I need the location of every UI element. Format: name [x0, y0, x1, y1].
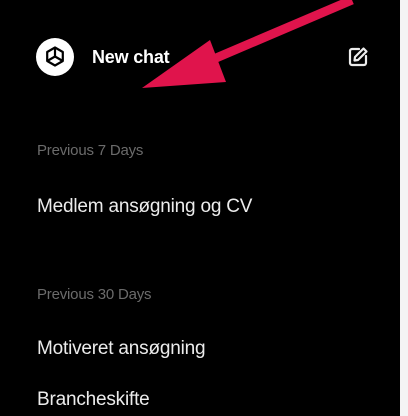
scroll-edge — [400, 0, 408, 416]
new-chat-label: New chat — [92, 46, 170, 67]
section-heading-previous-7-days: Previous 7 Days — [37, 142, 144, 159]
openai-logo-icon — [36, 38, 74, 76]
edit-pencil-icon[interactable] — [346, 45, 370, 69]
new-chat-button[interactable]: New chat — [16, 30, 384, 84]
sidebar: New chat Previous 7 Days Medlem ansøgnin… — [0, 0, 400, 416]
chat-item[interactable]: Brancheskifte — [37, 389, 150, 411]
chat-item[interactable]: Motiveret ansøgning — [37, 338, 206, 360]
section-heading-previous-30-days: Previous 30 Days — [37, 286, 152, 303]
chat-item[interactable]: Medlem ansøgning og CV — [37, 196, 252, 218]
